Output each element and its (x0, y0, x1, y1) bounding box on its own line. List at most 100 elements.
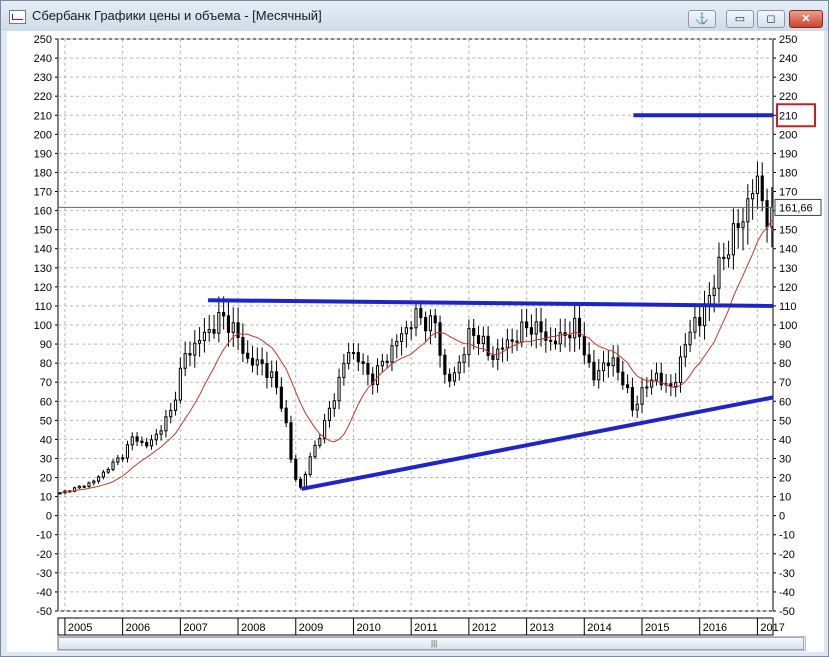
candle-body (284, 407, 288, 424)
y-tick-label-right: -10 (779, 530, 795, 542)
maximize-button[interactable]: ◻ (757, 10, 785, 28)
y-tick-label-left: 230 (34, 72, 52, 84)
chart-client-area[interactable]: 250 250 240 240 230 230 220 220 210 210 200 200 190 1… (7, 31, 824, 652)
candle-body (164, 416, 168, 432)
candle-body (457, 361, 461, 374)
candle-body (135, 436, 139, 442)
y-tick-label-left: 170 (34, 187, 52, 199)
y-tick-label-right: 50 (779, 415, 791, 427)
candle-body (198, 339, 202, 344)
candle-body (601, 362, 606, 372)
candle-body (476, 334, 481, 345)
x-tick-label: 2009 (299, 622, 323, 634)
y-tick-label-left: 150 (34, 225, 52, 237)
candle-body (385, 360, 389, 363)
candle-body (299, 478, 303, 488)
candle-body (116, 457, 120, 463)
y-tick-label-right: -50 (779, 606, 795, 618)
candle-body (544, 331, 548, 341)
candle-body (467, 328, 471, 356)
candle-body (101, 471, 105, 478)
minimize-button[interactable]: ▭ (726, 10, 754, 28)
candle-body (97, 476, 101, 482)
candle-body (765, 200, 769, 228)
candle-body (169, 409, 173, 418)
candle-body (736, 223, 740, 229)
candle-body (727, 254, 731, 259)
scrollbar-thumb[interactable]: ||| (58, 637, 804, 650)
y-tick-label-left: 60 (40, 396, 52, 408)
candle-body (111, 461, 115, 471)
candle-body (712, 287, 716, 297)
candle-body (424, 317, 428, 332)
candle-body (698, 317, 702, 327)
candle-body (366, 362, 370, 375)
candle-body (746, 198, 750, 223)
x-tick-label: 2014 (587, 622, 611, 634)
candle-body (193, 342, 197, 356)
candle-body (226, 315, 231, 333)
candle-body (751, 193, 755, 200)
scrollbar-grip-icon: ||| (431, 639, 438, 648)
title-bar[interactable]: Сбербанк Графики цены и объема - [Месячн… (1, 1, 828, 31)
x-tick-label: 2017 (760, 622, 784, 634)
y-tick-label-left: 90 (40, 339, 52, 351)
candle-body (640, 387, 644, 405)
candle-body (145, 441, 149, 447)
y-tick-label-right: 130 (779, 263, 797, 275)
candle-body (674, 382, 678, 387)
candle-body (500, 347, 505, 350)
close-button[interactable]: ✕ (789, 10, 823, 28)
candle-body (683, 344, 687, 358)
chart-app-icon (9, 10, 26, 24)
price-chart[interactable]: 250 250240 240230 230220 220210 210200 200190 1… (7, 31, 824, 652)
x-tick-label: 2008 (241, 622, 265, 634)
candle-body (760, 175, 764, 202)
candle-body (404, 327, 408, 335)
y-tick-label-right: 170 (779, 187, 797, 199)
candle-body (303, 473, 307, 488)
candle-body (587, 354, 591, 363)
candle-body (323, 419, 327, 440)
y-tick-label-right: 110 (779, 301, 797, 313)
candle-body (121, 457, 125, 460)
candle-body (87, 482, 91, 487)
candle-body (428, 315, 433, 332)
x-tick-label: 2015 (645, 622, 669, 634)
anchor-button[interactable]: ⚓ (688, 10, 716, 28)
candle-body (770, 206, 774, 228)
x-tick-label: 2010 (356, 622, 380, 634)
y-tick-label-right: 210 (779, 110, 797, 122)
horizontal-scrollbar[interactable]: ||| (57, 636, 806, 651)
y-tick-label-left: 250 (34, 34, 52, 46)
candle-body (529, 327, 533, 335)
x-tick-label: 2006 (126, 622, 150, 634)
candle-body (106, 469, 110, 473)
candle-body (702, 303, 707, 327)
candle-body (274, 371, 279, 388)
candle-body (741, 221, 745, 229)
y-tick-label-right: 190 (779, 148, 797, 160)
candle-body (481, 335, 485, 345)
candle-body (270, 371, 274, 378)
x-tick-label: 2012 (472, 622, 496, 634)
candle-body (549, 339, 553, 342)
candle-body (260, 359, 264, 365)
y-tick-label-right: 120 (779, 282, 797, 294)
candle-body (202, 331, 206, 341)
y-tick-label-left: 40 (40, 434, 52, 446)
candle-body (539, 321, 543, 333)
y-tick-label-right: -30 (779, 568, 795, 580)
y-tick-label-right: 30 (779, 453, 791, 465)
y-tick-label-right: 70 (779, 377, 791, 389)
y-tick-label-right: 220 (779, 91, 797, 103)
candle-body (380, 360, 384, 367)
candle-body (241, 337, 245, 354)
y-tick-label-right: 40 (779, 434, 791, 446)
y-tick-label-left: 70 (40, 377, 52, 389)
y-tick-label-left: 10 (40, 492, 52, 504)
candle-body (582, 336, 586, 356)
candle-body (395, 340, 399, 347)
candle-body (520, 321, 524, 343)
candle-body (318, 438, 322, 446)
